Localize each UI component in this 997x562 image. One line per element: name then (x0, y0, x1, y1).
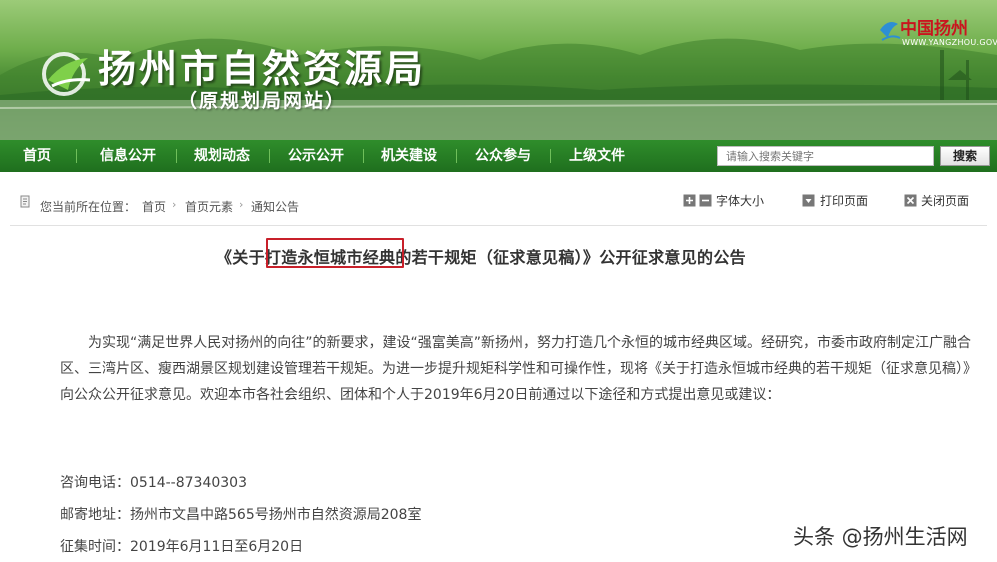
brand-name[interactable]: 中国扬州 (900, 14, 968, 39)
contact-phone: 咨询电话：0514--87340303 (60, 475, 247, 491)
nav-separator (76, 149, 77, 163)
nav-item-organ-building[interactable]: 机关建设 (381, 140, 437, 172)
source-watermark: 头条 @扬州生活网 (793, 525, 968, 549)
close-icon[interactable] (904, 194, 917, 207)
article-title-suffix: 的若干规矩（征求意见稿）》公开征求意见的公告 (395, 248, 746, 267)
breadcrumb-separator-icon: › (172, 198, 177, 211)
breadcrumb-separator-icon: › (239, 198, 244, 211)
highlight-annotation-box (266, 238, 404, 268)
site-title: 扬州市自然资源局 (98, 47, 427, 91)
breadcrumb-home[interactable]: 首页 (142, 198, 166, 215)
nav-item-public-participation[interactable]: 公众参与 (475, 140, 531, 172)
search-input[interactable] (717, 146, 934, 166)
nav-separator (176, 149, 177, 163)
breadcrumb-prefix: 您当前所在位置： (40, 200, 137, 214)
brand-domain: WWW.YANGZHOU.GOV.CN (902, 38, 997, 47)
breadcrumb-page-elements[interactable]: 首页元素 (185, 198, 233, 215)
site-subtitle: （原规划局网站） (178, 90, 347, 112)
nav-item-home[interactable]: 首页 (23, 140, 51, 172)
nav-separator (456, 149, 457, 163)
mailing-address: 邮寄地址：扬州市文昌中路565号扬州市自然资源局208室 (60, 507, 422, 523)
nav-item-planning-news[interactable]: 规划动态 (194, 140, 250, 172)
close-page-link[interactable]: 关闭页面 (921, 193, 969, 209)
nav-separator (363, 149, 364, 163)
site-logo-icon (42, 52, 91, 96)
font-decrease-icon[interactable] (699, 194, 712, 207)
nav-item-info-disclosure[interactable]: 信息公开 (100, 140, 156, 172)
article-body: 为实现“满足世界人民对扬州的向往”的新要求，建设“强富美高”新扬州，努力打造几个… (60, 335, 977, 403)
breadcrumb-notices[interactable]: 通知公告 (251, 198, 299, 215)
article-title-prefix: 《关于 (216, 248, 265, 267)
print-page-link[interactable]: 打印页面 (820, 193, 868, 209)
nav-item-superior-documents[interactable]: 上级文件 (569, 140, 625, 172)
document-icon (20, 195, 30, 208)
nav-separator (269, 149, 270, 163)
font-increase-icon[interactable] (683, 194, 696, 207)
collection-period: 征集时间：2019年6月11日至6月20日 (60, 539, 304, 555)
nav-item-public-notice[interactable]: 公示公开 (288, 140, 344, 172)
site-banner: 扬州市自然资源局 （原规划局网站） 中国扬州 WWW.YANGZHOU.GOV.… (0, 0, 997, 140)
content-divider (10, 225, 987, 226)
nav-separator (550, 149, 551, 163)
font-size-label[interactable]: 字体大小 (716, 193, 764, 209)
print-icon[interactable] (802, 194, 815, 207)
search-button[interactable]: 搜索 (940, 146, 990, 166)
